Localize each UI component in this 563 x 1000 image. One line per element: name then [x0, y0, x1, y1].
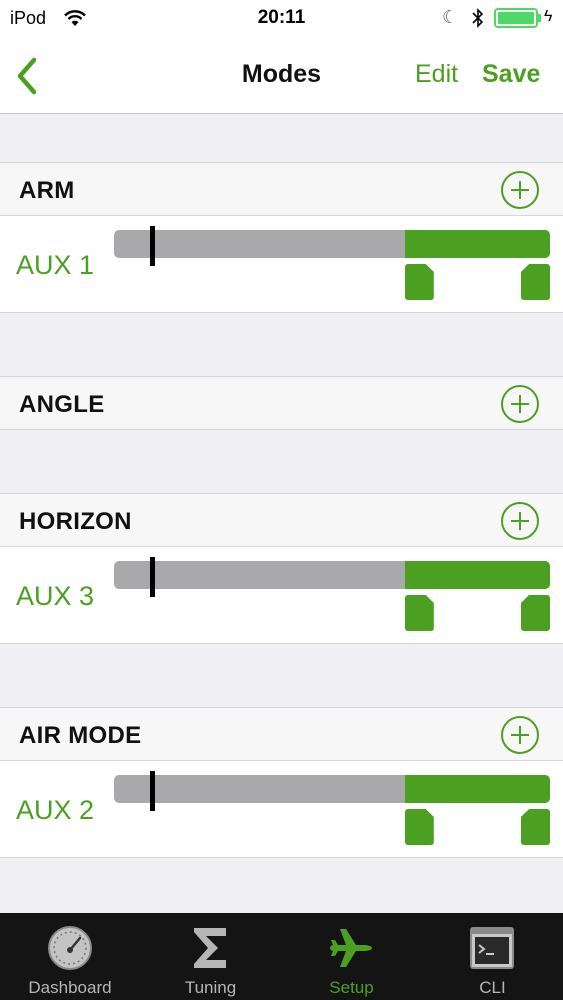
- gauge-icon: [48, 926, 92, 970]
- range-slider[interactable]: [114, 771, 550, 811]
- airplane-icon: [330, 929, 372, 967]
- battery-tip: [538, 14, 541, 22]
- selected-range: [404, 230, 550, 258]
- add-range-button[interactable]: [501, 502, 539, 540]
- tab-bar: Dashboard Tuning Setup CLI: [0, 913, 563, 1000]
- channel-label: AUX 2: [16, 795, 95, 825]
- tab-label: Dashboard: [28, 978, 112, 997]
- current-value-marker: [150, 557, 156, 597]
- range-start-handle[interactable]: [404, 264, 434, 300]
- selected-range: [404, 775, 550, 803]
- tab-tuning[interactable]: Tuning: [140, 913, 281, 1000]
- range-slider[interactable]: [114, 226, 550, 266]
- mode-name: AIR MODE: [19, 722, 142, 749]
- tab-label: Setup: [329, 978, 374, 997]
- add-range-button[interactable]: [501, 716, 539, 754]
- current-value-marker: [150, 771, 156, 811]
- range-slider[interactable]: [114, 557, 550, 597]
- range-end-handle[interactable]: [521, 809, 550, 845]
- range-row-air-mode: AUX 2: [0, 761, 563, 858]
- mode-header-horizon: HORIZON: [0, 493, 563, 547]
- mode-header-air-mode: AIR MODE: [0, 707, 563, 761]
- charging-icon: ϟ: [544, 8, 553, 25]
- mode-name: ARM: [19, 177, 75, 204]
- bluetooth-icon: [472, 8, 484, 28]
- mode-header-arm: ARM: [0, 162, 563, 216]
- mode-header-angle: ANGLE: [0, 376, 563, 430]
- tab-label: Tuning: [184, 978, 237, 997]
- tab-cli[interactable]: CLI: [422, 913, 563, 1000]
- range-start-handle[interactable]: [404, 595, 434, 631]
- range-end-handle[interactable]: [521, 595, 550, 631]
- channel-label: AUX 1: [16, 250, 95, 280]
- page-title: Modes: [241, 60, 322, 88]
- range-end-handle[interactable]: [521, 264, 550, 300]
- add-range-button[interactable]: [501, 385, 539, 423]
- terminal-icon: [470, 927, 514, 969]
- edit-button[interactable]: Edit: [415, 60, 458, 89]
- do-not-disturb-icon: ☾: [442, 7, 459, 27]
- status-bar: iPod 20:11 ☾ ϟ: [0, 0, 563, 38]
- mode-name: ANGLE: [19, 391, 105, 418]
- mode-name: HORIZON: [19, 508, 132, 535]
- save-button[interactable]: Save: [482, 60, 540, 89]
- navigation-bar: Modes Edit Save: [0, 38, 563, 114]
- range-row-horizon: AUX 3: [0, 547, 563, 644]
- add-range-button[interactable]: [501, 171, 539, 209]
- current-value-marker: [150, 226, 156, 266]
- battery-icon: [494, 8, 538, 28]
- range-start-handle[interactable]: [404, 809, 434, 845]
- sigma-icon: [194, 928, 226, 968]
- selected-range: [404, 561, 550, 589]
- tab-dashboard[interactable]: Dashboard: [0, 913, 140, 1000]
- channel-label: AUX 3: [16, 581, 95, 611]
- tab-setup[interactable]: Setup: [281, 913, 422, 1000]
- tab-label: CLI: [479, 978, 506, 997]
- range-row-arm: AUX 1: [0, 216, 563, 313]
